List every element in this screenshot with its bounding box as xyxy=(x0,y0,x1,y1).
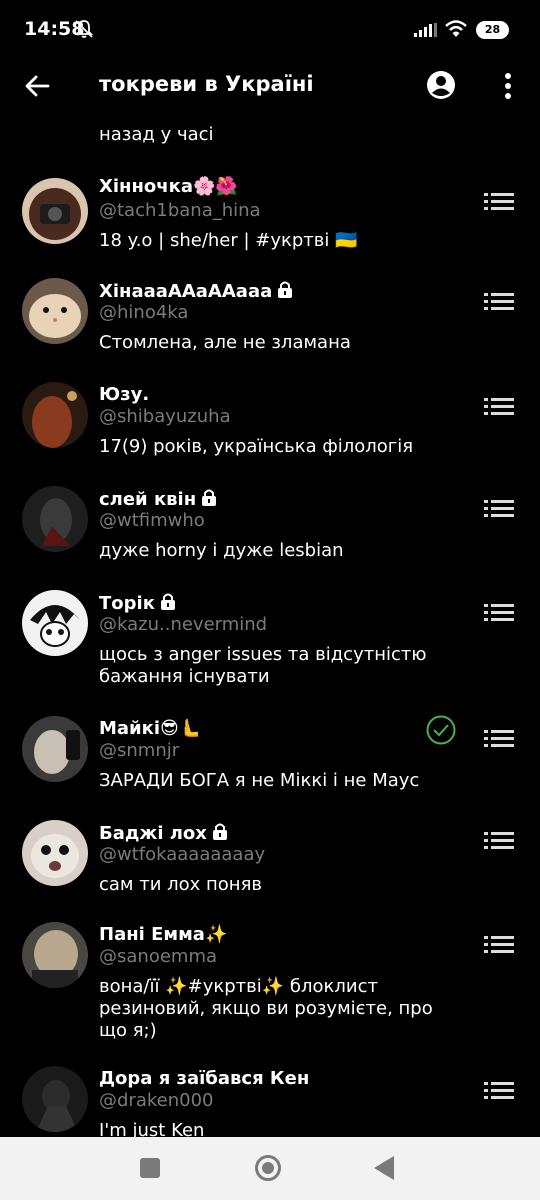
user-handle: @sanoemma xyxy=(99,946,218,967)
user-bio: ЗАРАДИ БОГА я не Міккі і не Маус xyxy=(99,770,420,791)
avatar[interactable] xyxy=(22,1066,88,1132)
avatar[interactable] xyxy=(22,922,88,988)
recents-button[interactable] xyxy=(140,1158,160,1178)
status-bar: 14:58 28 xyxy=(0,0,540,60)
members-list[interactable]: назад у часі Хінночка🌸🌺 @tach1bana_hina … xyxy=(0,112,540,1137)
add-to-list-icon[interactable] xyxy=(484,602,514,624)
page-title: токреви в Україні xyxy=(99,72,314,96)
add-to-list-icon[interactable] xyxy=(484,498,514,520)
list-item[interactable]: Хінночка🌸🌺 @tach1bana_hina 18 y.o | she/… xyxy=(0,164,540,268)
user-handle: @snmnjr xyxy=(99,740,180,761)
user-bio: дуже horny і дуже lesbian xyxy=(99,540,344,561)
previous-user-bio-tail: назад у часі xyxy=(99,124,214,145)
list-item[interactable]: Юзу. @shibayuzuha 17(9) років, українськ… xyxy=(0,372,540,476)
user-handle: @wtfokaaaaaaaay xyxy=(99,844,266,865)
lock-icon xyxy=(160,593,175,610)
add-to-list-icon[interactable] xyxy=(484,396,514,418)
lock-icon xyxy=(212,823,227,840)
list-item[interactable]: Пані Емма✨ @sanoemma вона/її ✨#укртві✨ б… xyxy=(0,914,540,1060)
battery-icon: 28 xyxy=(476,21,509,39)
list-item[interactable]: слей квін @wtfimwho дуже horny і дуже le… xyxy=(0,476,540,580)
avatar[interactable] xyxy=(22,278,88,344)
user-bio: 17(9) років, українська філологія xyxy=(99,436,414,457)
add-to-list-icon[interactable] xyxy=(484,1080,514,1102)
add-to-list-icon[interactable] xyxy=(484,830,514,852)
user-name: Баджі лох xyxy=(99,822,229,844)
user-handle: @wtfimwho xyxy=(99,510,205,531)
avatar[interactable] xyxy=(22,590,88,656)
user-name: Майкі😎🫷 xyxy=(99,718,202,739)
user-bio: щось з anger issues та відсутністю бажан… xyxy=(99,644,427,687)
system-back-button[interactable] xyxy=(374,1156,394,1180)
avatar[interactable] xyxy=(22,382,88,448)
user-name: Юзу. xyxy=(99,384,150,405)
user-handle: @hino4ka xyxy=(99,302,189,323)
signal-icon xyxy=(414,23,437,37)
list-item[interactable]: Майкі😎🫷 @snmnjr ЗАРАДИ БОГА я не Міккі і… xyxy=(0,706,540,810)
lock-icon xyxy=(202,489,217,506)
mute-bell-icon xyxy=(74,20,94,38)
app-bar: токреви в Україні xyxy=(0,60,540,112)
user-handle: @draken000 xyxy=(99,1090,214,1111)
list-item[interactable]: Дора я заїбався Кен @draken000 I'm just … xyxy=(0,1060,540,1137)
user-name: Торік xyxy=(99,592,177,614)
list-item[interactable]: Торік @kazu..nevermind щось з anger issu… xyxy=(0,580,540,706)
user-bio: сам ти лох поняв xyxy=(99,874,263,895)
avatar[interactable] xyxy=(22,178,88,244)
home-button[interactable] xyxy=(255,1155,281,1181)
avatar[interactable] xyxy=(22,820,88,886)
back-arrow-icon[interactable] xyxy=(22,70,54,102)
list-item[interactable]: ХінаааААаААааа @hino4ka Стомлена, але не… xyxy=(0,268,540,372)
lock-icon xyxy=(278,281,293,298)
profile-icon[interactable] xyxy=(426,70,456,100)
user-handle: @tach1bana_hina xyxy=(99,200,261,221)
user-bio: 18 y.o | she/her | #укртві 🇺🇦 xyxy=(99,230,358,251)
user-bio: I'm just Ken xyxy=(99,1120,205,1137)
add-to-list-icon[interactable] xyxy=(484,728,514,750)
add-to-list-icon[interactable] xyxy=(484,934,514,956)
wifi-icon xyxy=(445,20,467,37)
following-check-icon xyxy=(426,715,456,745)
avatar[interactable] xyxy=(22,716,88,782)
add-to-list-icon[interactable] xyxy=(484,191,514,213)
user-name: Хінночка🌸🌺 xyxy=(99,176,238,197)
user-handle: @shibayuzuha xyxy=(99,406,231,427)
system-nav-bar xyxy=(0,1137,540,1200)
user-name: ХінаааААаААааа xyxy=(99,280,294,302)
user-bio: Стомлена, але не зламана xyxy=(99,332,351,353)
user-bio: вона/її ✨#укртві✨ блоклист резиновий, як… xyxy=(99,976,433,1041)
list-item[interactable]: Баджі лох @wtfokaaaaaaaay сам ти лох пон… xyxy=(0,810,540,914)
more-options-icon[interactable] xyxy=(498,70,518,102)
user-name: Дора я заїбався Кен xyxy=(99,1068,310,1089)
avatar[interactable] xyxy=(22,486,88,552)
user-name: Пані Емма✨ xyxy=(99,924,228,945)
user-name: слей квін xyxy=(99,488,218,510)
add-to-list-icon[interactable] xyxy=(484,291,514,313)
user-handle: @kazu..nevermind xyxy=(99,614,268,635)
